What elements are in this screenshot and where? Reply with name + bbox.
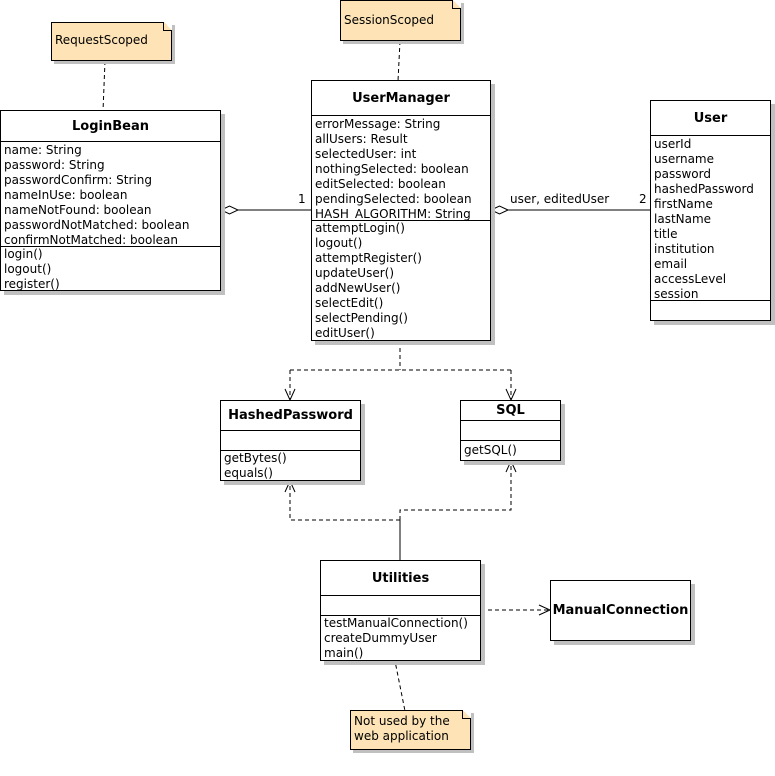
method: main() <box>324 646 364 660</box>
method: getBytes() <box>224 451 287 465</box>
note-text: SessionScoped <box>344 13 434 27</box>
attribute: institution <box>654 242 715 256</box>
method: editUser() <box>315 326 375 340</box>
class-loginbean[interactable]: LoginBean name: String password: String … <box>0 110 221 291</box>
attribute: passwordNotMatched: boolean <box>4 218 190 232</box>
attribute: session <box>654 287 699 301</box>
dependency-usermanager <box>289 341 512 400</box>
attribute: userId <box>654 137 692 151</box>
class-title: User <box>651 101 770 136</box>
note-link-request-scoped <box>102 60 106 112</box>
class-title: LoginBean <box>1 111 220 142</box>
note-text: Not used by the <box>354 714 450 728</box>
note-request-scoped: RequestScoped <box>51 22 172 61</box>
method: testManualConnection() <box>324 616 468 630</box>
role-label: user, editedUser <box>510 192 610 206</box>
methods-section: login() logout() register() <box>1 247 220 293</box>
attribute: hashedPassword <box>654 182 754 196</box>
method: login() <box>4 247 43 261</box>
attribute: allUsers: Result <box>315 132 408 146</box>
note-fold-icon <box>462 710 471 719</box>
attributes-section <box>461 421 560 441</box>
method: addNewUser() <box>315 281 401 295</box>
attribute: username <box>654 152 714 166</box>
class-title: Utilities <box>321 561 480 596</box>
method: attemptRegister() <box>315 251 422 265</box>
attribute: firstName <box>654 197 713 211</box>
attribute: errorMessage: String <box>315 117 441 131</box>
attribute: HASH_ALGORITHM: String <box>315 207 471 221</box>
attributes-section: name: String password: String passwordCo… <box>1 142 220 247</box>
attribute: password <box>654 167 711 181</box>
note-not-used: Not used by the web application <box>350 710 471 750</box>
method: attemptLogin() <box>315 221 405 235</box>
attribute: name: String <box>4 143 82 157</box>
class-utilities[interactable]: Utilities testManualConnection() createD… <box>320 560 481 661</box>
class-title: UserManager <box>312 81 490 116</box>
attribute: title <box>654 227 678 241</box>
note-link-session-scoped <box>397 40 401 82</box>
multiplicity-label: 1 <box>298 192 306 206</box>
attribute: passwordConfirm: String <box>4 173 152 187</box>
class-manualconnection[interactable]: ManualConnection <box>550 580 691 641</box>
attribute: nameNotFound: boolean <box>4 203 152 217</box>
methods-section: testManualConnection() createDummyUser m… <box>321 616 480 662</box>
multiplicity-label: 2 <box>639 192 647 206</box>
attribute: accessLevel <box>654 272 727 286</box>
attribute: editSelected: boolean <box>315 177 446 191</box>
class-hashedpassword[interactable]: HashedPassword getBytes() equals() <box>220 400 361 481</box>
attribute: selectedUser: int <box>315 147 417 161</box>
method: getSQL() <box>464 443 517 457</box>
attribute: nameInUse: boolean <box>4 188 128 202</box>
note-text: RequestScoped <box>55 33 148 47</box>
attribute: lastName <box>654 212 712 226</box>
attributes-section <box>221 431 360 451</box>
attribute: pendingSelected: boolean <box>315 192 472 206</box>
method: equals() <box>224 466 273 480</box>
method: logout() <box>315 236 363 250</box>
attribute: password: String <box>4 158 105 172</box>
class-user[interactable]: User userId username password hashedPass… <box>650 100 771 321</box>
method: selectEdit() <box>315 296 384 310</box>
aggregation-diamond-icon <box>219 205 240 215</box>
class-usermanager[interactable]: UserManager errorMessage: String allUser… <box>311 80 491 341</box>
attributes-section: userId username password hashedPassword … <box>651 136 770 301</box>
attribute: confirmNotMatched: boolean <box>4 233 178 247</box>
aggregation-diamond-icon <box>489 205 510 215</box>
note-fold-icon <box>452 0 461 9</box>
class-title: SQL <box>461 401 560 421</box>
attribute: email <box>654 257 688 271</box>
attribute: nothingSelected: boolean <box>315 162 469 176</box>
attributes-section: errorMessage: String allUsers: Result se… <box>312 116 490 221</box>
class-sql[interactable]: SQL getSQL() <box>460 400 561 461</box>
methods-section: attemptLogin() logout() attemptRegister(… <box>312 221 490 342</box>
class-title: HashedPassword <box>221 401 360 431</box>
method: updateUser() <box>315 266 394 280</box>
method: register() <box>4 277 60 291</box>
class-title: ManualConnection <box>552 603 689 618</box>
method: selectPending() <box>315 311 408 325</box>
note-fold-icon <box>163 22 172 31</box>
method: logout() <box>4 262 52 276</box>
attributes-section <box>321 596 480 616</box>
note-session-scoped: SessionScoped <box>340 0 461 41</box>
note-text: web application <box>354 729 449 743</box>
methods-section: getBytes() equals() <box>221 451 360 482</box>
method: createDummyUser <box>324 631 437 645</box>
methods-section: getSQL() <box>461 441 560 459</box>
